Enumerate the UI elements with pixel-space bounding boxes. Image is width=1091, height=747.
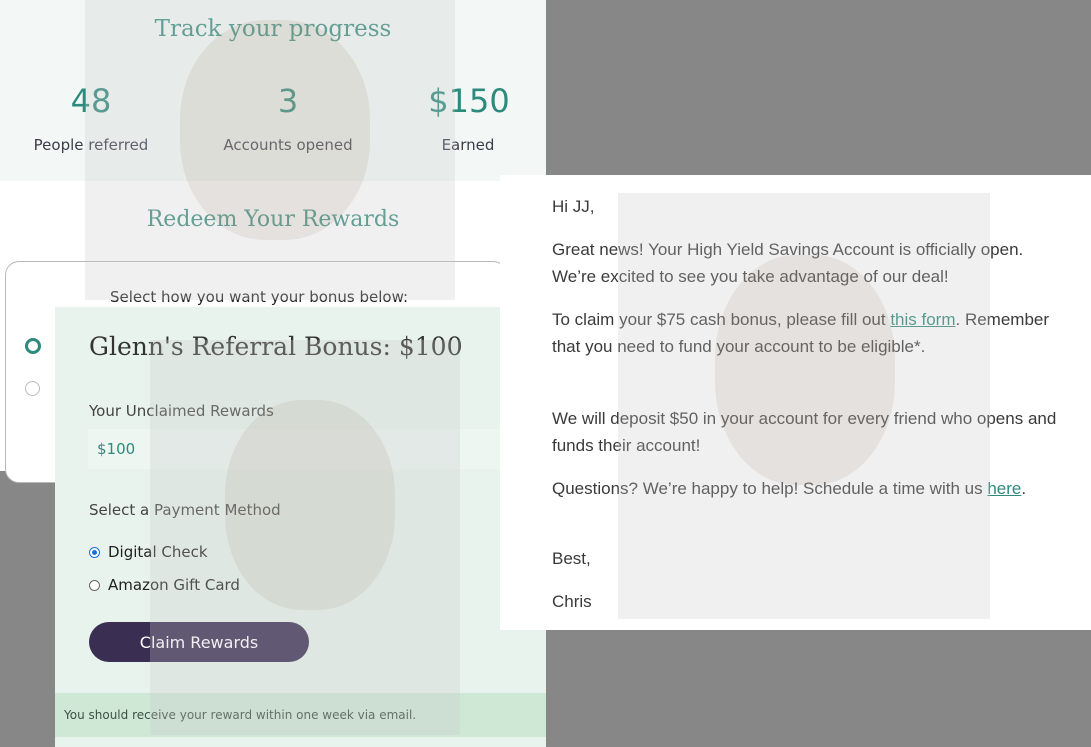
email-panel: Hi JJ, Great news! Your High Yield Savin… (500, 175, 1091, 630)
people-referred-count: 48 (70, 82, 112, 120)
email-text-segment: . (1021, 479, 1027, 498)
email-paragraph-2: To claim your $75 cash bonus, please fil… (552, 306, 1072, 360)
bonus-panel: Glenn's Referral Bonus: $100 Your Unclai… (55, 307, 546, 747)
unclaimed-rewards-label: Your Unclaimed Rewards (89, 402, 274, 420)
notice-bar: You should receive your reward within on… (55, 693, 546, 737)
payment-option-label: Amazon Gift Card (108, 576, 240, 594)
payment-method-label: Select a Payment Method (89, 501, 281, 519)
unclaimed-rewards-field: $100 (88, 429, 546, 469)
payment-option-digital-check[interactable]: Digital Check (89, 543, 208, 561)
email-signature: Chris (552, 592, 592, 611)
redeem-radio-selected[interactable] (25, 338, 41, 354)
earned-label: Earned (441, 136, 495, 154)
payment-option-label: Digital Check (108, 543, 208, 561)
email-text-segment: Questions? We’re happy to help! Schedule… (552, 479, 988, 498)
earned-amount: $150 (428, 82, 510, 120)
claim-rewards-button[interactable]: Claim Rewards (89, 622, 309, 662)
email-text-segment: To claim your $75 cash bonus, please fil… (552, 310, 891, 329)
this-form-link[interactable]: this form (890, 310, 955, 329)
redeem-title: Redeem Your Rewards (146, 207, 400, 232)
progress-panel: Track your progress 48 People referred 3… (0, 0, 546, 181)
email-signoff: Best, (552, 549, 591, 568)
progress-title: Track your progress (154, 16, 392, 42)
bonus-title: Glenn's Referral Bonus: $100 (89, 332, 463, 361)
email-paragraph-1: Great news! Your High Yield Savings Acco… (552, 240, 1024, 286)
email-paragraph-3: We will deposit $50 in your account for … (552, 409, 1057, 455)
notice-text: You should receive your reward within on… (64, 708, 417, 722)
payment-option-amazon-gift-card[interactable]: Amazon Gift Card (89, 576, 240, 594)
people-referred-label: People referred (33, 136, 149, 154)
email-greeting: Hi JJ, (552, 197, 595, 216)
redeem-radio-unselected[interactable] (25, 381, 40, 396)
radio-digital-check[interactable] (89, 546, 100, 558)
accounts-opened-label: Accounts opened (223, 136, 353, 154)
here-link[interactable]: here (987, 479, 1021, 498)
redeem-instruction: Select how you want your bonus below: (110, 288, 409, 306)
email-paragraph-4: Questions? We’re happy to help! Schedule… (552, 475, 1072, 502)
radio-amazon-gift-card[interactable] (89, 579, 100, 591)
accounts-opened-count: 3 (277, 82, 299, 120)
